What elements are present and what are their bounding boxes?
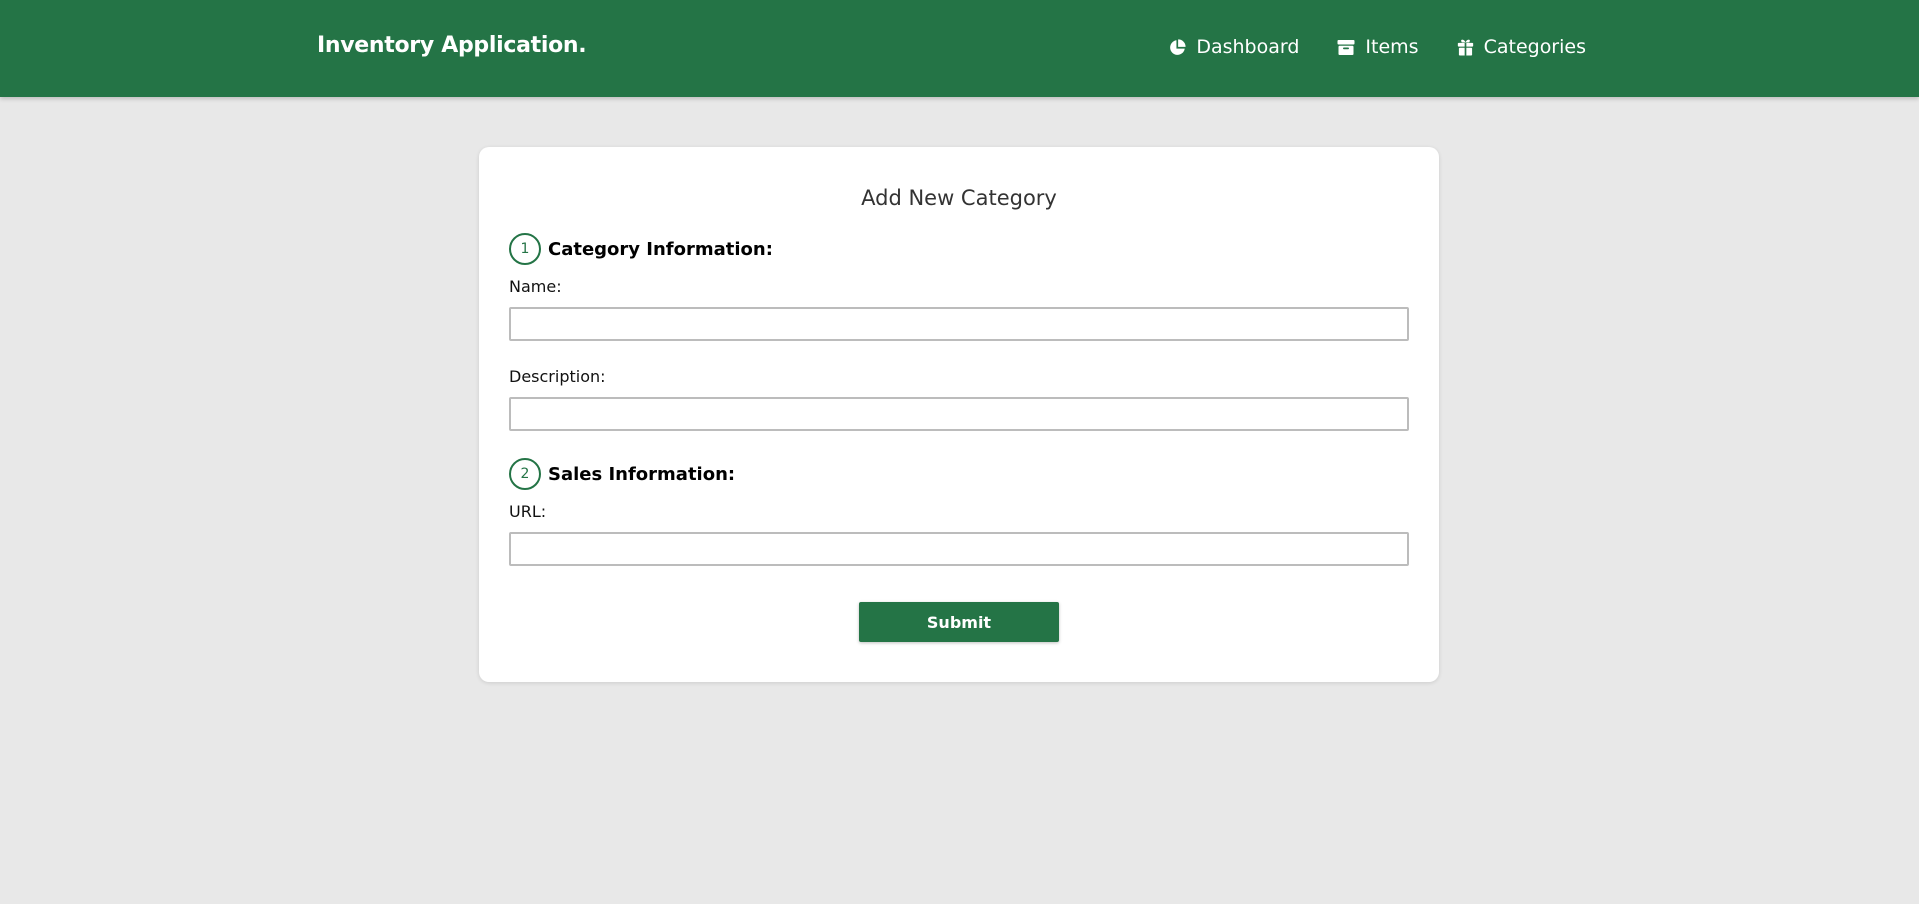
nav-item-items[interactable]: Items: [1337, 36, 1419, 58]
add-category-form-card: Add New Category 1 Category Information:…: [479, 147, 1439, 682]
name-field[interactable]: [509, 307, 1409, 341]
section-title: Sales Information:: [548, 463, 736, 485]
url-field[interactable]: [509, 532, 1409, 566]
app-brand[interactable]: Inventory Application.: [317, 33, 587, 58]
name-label: Name:: [509, 277, 562, 296]
nav-item-dashboard[interactable]: Dashboard: [1169, 36, 1299, 58]
nav-item-categories[interactable]: Categories: [1457, 36, 1586, 58]
form-title: Add New Category: [861, 186, 1057, 210]
step-number-badge: 2: [509, 458, 541, 490]
top-navbar: Inventory Application. Dashboard Items C…: [0, 0, 1919, 97]
main-nav: Dashboard Items Categories: [1169, 36, 1586, 58]
gift-box-icon: [1457, 39, 1474, 56]
nav-item-label: Items: [1365, 36, 1419, 58]
section-sales-information: 2 Sales Information:: [509, 458, 735, 490]
nav-item-label: Categories: [1483, 36, 1586, 58]
nav-item-label: Dashboard: [1196, 36, 1300, 58]
step-number-badge: 1: [509, 233, 541, 265]
url-label: URL:: [509, 502, 547, 521]
section-category-information: 1 Category Information:: [509, 233, 773, 265]
submit-button[interactable]: Submit: [859, 602, 1059, 642]
description-label: Description:: [509, 367, 606, 386]
description-field[interactable]: [509, 397, 1409, 431]
archive-box-icon: [1337, 39, 1355, 56]
pie-chart-icon: [1169, 38, 1186, 56]
section-title: Category Information:: [548, 238, 773, 260]
